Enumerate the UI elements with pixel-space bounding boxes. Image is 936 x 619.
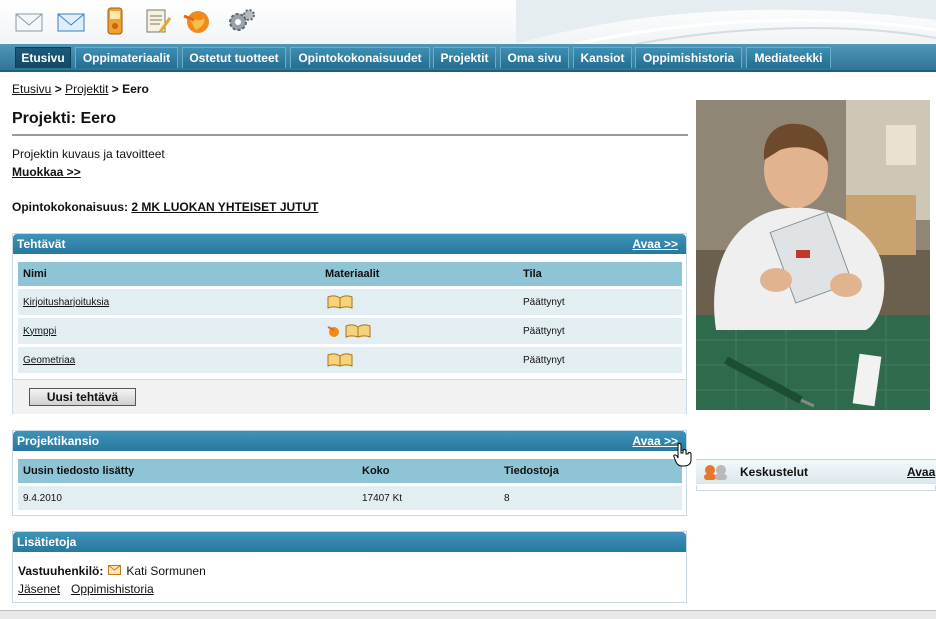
project-description: Projektin kuvaus ja tavoitteet: [12, 147, 165, 161]
tasks-panel-title: Tehtävät: [17, 237, 66, 251]
discussions-widget: Keskustelut Avaa: [696, 459, 936, 493]
page-title: Projekti: Eero: [12, 110, 117, 127]
task-link[interactable]: Kymppi: [23, 326, 56, 337]
tab-mediateekki[interactable]: Mediateekki: [746, 47, 831, 68]
discussions-header: Keskustelut Avaa: [696, 459, 936, 484]
breadcrumb-projects-link[interactable]: Projektit: [65, 82, 108, 96]
tasks-panel-header: Tehtävät Avaa >>: [13, 234, 686, 254]
table-row: Kymppi Päättynyt: [18, 318, 682, 344]
tab-kansiot[interactable]: Kansiot: [573, 47, 632, 68]
info-panel-header: Lisätietoja: [13, 532, 686, 552]
task-link[interactable]: Geometriaa: [23, 355, 75, 366]
table-row: 9.4.2010 17407 Kt 8: [18, 486, 682, 510]
column-header-name: Nimi: [23, 268, 47, 280]
tab-opintokokonaisuudet[interactable]: Opintokokonaisuudet: [290, 47, 430, 68]
phone-icon[interactable]: [100, 6, 130, 36]
folder-size: 17407 Kt: [362, 492, 403, 504]
latest-file-date: 9.4.2010: [23, 492, 62, 504]
mail-icon[interactable]: [108, 564, 122, 578]
course-info: Opintokokonaisuus: 2 MK LUOKAN YHTEISET …: [12, 200, 318, 214]
globe-icon[interactable]: [327, 318, 341, 344]
tab-oma-sivu[interactable]: Oma sivu: [500, 47, 569, 68]
mail-blue-icon[interactable]: [56, 6, 86, 36]
globe-icon[interactable]: [182, 6, 212, 36]
folder-panel-header: Projektikansio Avaa >>: [13, 431, 686, 451]
breadcrumb-current: Eero: [122, 82, 149, 96]
info-panel-title: Lisätietoja: [17, 535, 77, 549]
tasks-panel: Tehtävät Avaa >> Nimi Materiaalit Tila K…: [12, 233, 687, 414]
tab-oppimishistoria[interactable]: Oppimishistoria: [635, 47, 742, 68]
column-header-latest-file: Uusin tiedosto lisätty: [23, 465, 135, 477]
discussions-body: [696, 485, 936, 491]
tab-ostetut-tuotteet[interactable]: Ostetut tuotteet: [182, 47, 286, 68]
folder-panel-title: Projektikansio: [17, 434, 100, 448]
book-icon[interactable]: [327, 289, 353, 315]
discussions-title: Keskustelut: [740, 465, 809, 479]
members-link[interactable]: Jäsenet: [18, 582, 60, 596]
tasks-table-header: Nimi Materiaalit Tila: [18, 262, 682, 286]
learning-history-link[interactable]: Oppimishistoria: [71, 582, 154, 596]
discussion-icon: [704, 465, 727, 480]
table-row: Geometriaa Päättynyt: [18, 347, 682, 373]
tasks-panel-footer: Uusi tehtävä: [13, 379, 686, 414]
column-header-status: Tila: [523, 268, 542, 280]
book-icon[interactable]: [345, 318, 371, 344]
breadcrumb-separator: >: [111, 82, 119, 96]
task-status: Päättynyt: [523, 296, 565, 308]
column-header-materials: Materiaalit: [325, 268, 380, 280]
info-panel: Lisätietoja Vastuuhenkilö: Kati Sormunen…: [12, 531, 687, 603]
edit-link[interactable]: Muokkaa >>: [12, 165, 81, 179]
top-toolbar: [0, 0, 936, 44]
column-header-files: Tiedostoja: [504, 465, 559, 477]
mail-icon[interactable]: [14, 6, 44, 36]
task-link[interactable]: Kirjoitusharjoituksia: [23, 297, 109, 308]
course-link[interactable]: 2 MK LUOKAN YHTEISET JUTUT: [131, 200, 318, 214]
header-decoration: [516, 0, 936, 44]
file-count: 8: [504, 492, 510, 504]
tasks-open-link[interactable]: Avaa >>: [632, 234, 678, 254]
task-status: Päättynyt: [523, 325, 565, 337]
folder-panel: Projektikansio Avaa >> Uusin tiedosto li…: [12, 430, 687, 516]
tab-projektit[interactable]: Projektit: [433, 47, 496, 68]
new-task-button[interactable]: Uusi tehtävä: [29, 388, 136, 406]
task-status: Päättynyt: [523, 354, 565, 366]
project-photo: [696, 100, 930, 410]
tab-etusivu[interactable]: Etusivu: [15, 47, 71, 68]
responsible-name: Kati Sormunen: [126, 564, 206, 578]
hand-cursor-icon: [673, 443, 692, 467]
breadcrumb-separator: >: [54, 82, 62, 96]
book-icon[interactable]: [327, 347, 353, 373]
responsible-label: Vastuuhenkilö:: [18, 564, 104, 578]
title-divider: [12, 134, 688, 136]
tab-oppimateriaalit[interactable]: Oppimateriaalit: [75, 47, 178, 68]
table-row: Kirjoitusharjoituksia Päättynyt: [18, 289, 682, 315]
course-label: Opintokokonaisuus:: [12, 200, 129, 214]
breadcrumb: Etusivu > Projektit > Eero: [12, 82, 149, 96]
folder-table-header: Uusin tiedosto lisätty Koko Tiedostoja: [18, 459, 682, 483]
notes-icon[interactable]: [142, 6, 172, 36]
discussions-open-link[interactable]: Avaa: [907, 465, 935, 479]
column-header-size: Koko: [362, 465, 390, 477]
responsible-person: Vastuuhenkilö: Kati Sormunen: [18, 564, 206, 578]
main-navigation: Etusivu Oppimateriaalit Ostetut tuotteet…: [0, 44, 936, 72]
breadcrumb-home-link[interactable]: Etusivu: [12, 82, 51, 96]
settings-icon[interactable]: [226, 6, 256, 36]
